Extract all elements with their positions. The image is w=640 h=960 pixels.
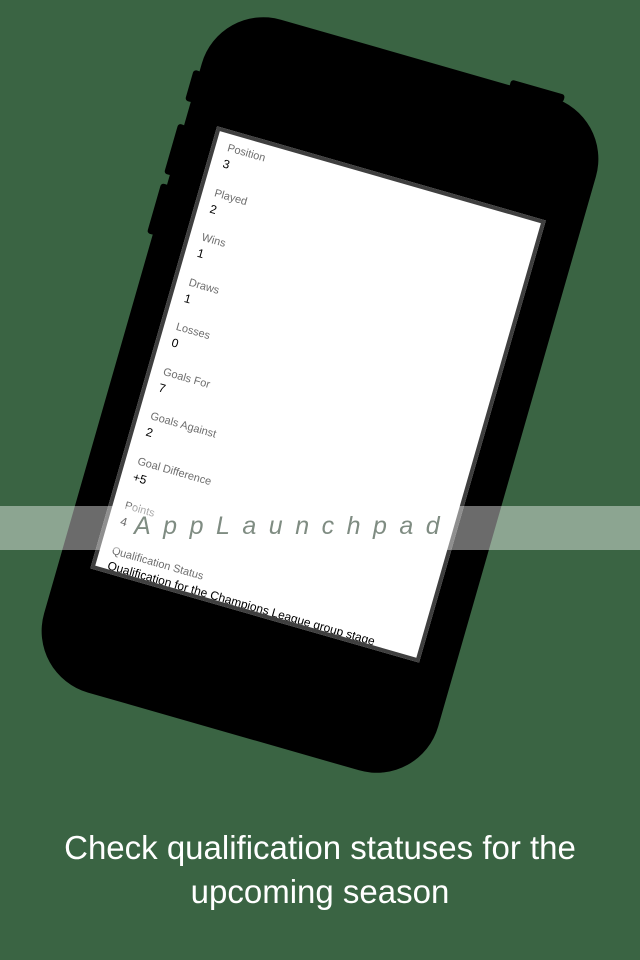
power-button	[509, 79, 566, 103]
volume-down-button	[146, 183, 169, 236]
phone-mockup: Position 3 Played 2 Wins 1 Draws 1 Losse…	[26, 2, 614, 788]
watermark-text: AppLaunchpad	[134, 512, 453, 540]
volume-up-button	[164, 123, 187, 176]
mute-switch	[184, 69, 202, 103]
promo-caption: Check qualification statuses for the upc…	[64, 829, 576, 910]
